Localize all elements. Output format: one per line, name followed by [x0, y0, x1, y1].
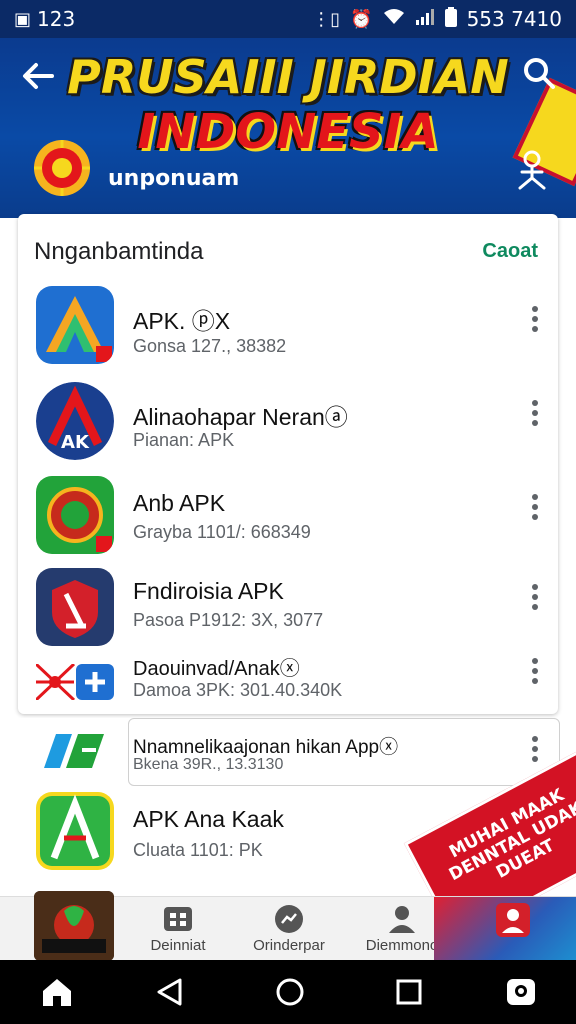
- wifi-icon: [383, 8, 405, 31]
- more-vert-icon[interactable]: [526, 656, 544, 686]
- system-navigation-bar: [0, 960, 576, 1024]
- app-name: Daouinvad/Anakⓧ: [133, 658, 300, 680]
- list-item[interactable]: APK. ⓟX Gonsa 127., 38382: [0, 286, 576, 376]
- vibrate-icon: ⋮▯: [312, 8, 341, 30]
- app-subtitle: Bkena 39R., 13.3130: [133, 756, 284, 773]
- list-item[interactable]: AK Alinaohapar Neranⓐ Pianan: APK: [0, 378, 576, 468]
- app-name: Fndiroisia APK: [133, 578, 284, 604]
- profile-figure-icon[interactable]: [516, 150, 548, 190]
- person-icon: [389, 906, 415, 933]
- home-icon[interactable]: [40, 976, 74, 1008]
- apk-a-logo-icon: [36, 286, 114, 364]
- svg-text:AK: AK: [61, 432, 90, 453]
- app-name: APK Ana Kaak: [133, 806, 284, 832]
- nav-label: Deinniat: [150, 937, 206, 954]
- chat-bubble-icon: [275, 905, 303, 933]
- back-icon[interactable]: [154, 976, 184, 1008]
- search-icon[interactable]: [522, 56, 556, 90]
- more-vert-icon[interactable]: [526, 398, 544, 428]
- header-subtitle: unponuam: [108, 166, 240, 191]
- card-title: Nnganbamtinda: [34, 238, 204, 265]
- overview-square-icon[interactable]: [394, 976, 424, 1008]
- battery-icon: [444, 6, 457, 32]
- card-action-link[interactable]: Caoat: [482, 240, 538, 263]
- pf-logo-icon: [36, 728, 112, 774]
- app-name: Nnamnelikaajonan hikan Appⓧ: [133, 737, 399, 758]
- more-vert-icon[interactable]: [526, 304, 544, 334]
- app-header: PRUSAIII JIRDIAN INDONESIA unponuam: [0, 38, 576, 218]
- app-name: APK. ⓟX: [133, 308, 231, 334]
- red-shield-icon: [36, 568, 114, 646]
- app-name: Alinaohapar Neranⓐ: [133, 404, 348, 430]
- bottom-navigation: Deinniat Orinderpar Diemmono: [0, 891, 576, 961]
- header-title-line1: PRUSAIII JIRDIAN: [67, 50, 509, 104]
- app-subtitle: Gonsa 127., 38382: [133, 336, 287, 356]
- green-emblem-icon: [36, 476, 114, 554]
- list-item[interactable]: Fndiroisia APK Pasoa P1912: 3X, 3077: [0, 566, 576, 656]
- nav-item[interactable]: Deinniat: [140, 897, 216, 961]
- recents-circle-icon[interactable]: [274, 976, 306, 1008]
- notification-icon: ▣: [14, 8, 32, 30]
- nav-label: Diemmono: [365, 937, 439, 954]
- nav-item[interactable]: Diemmono: [360, 897, 444, 961]
- emblem-logo-icon: [34, 140, 90, 196]
- grid-icon: [164, 907, 192, 931]
- flag-plus-icon: [36, 664, 114, 700]
- status-bar: ▣ 123 ⋮▯ ⏰ 553 7410: [0, 0, 576, 38]
- ak-shield-icon: AK: [36, 382, 114, 460]
- more-vert-icon[interactable]: [526, 582, 544, 612]
- app-subtitle: Pasoa P1912: 3X, 3077: [133, 610, 324, 630]
- app-thumbnail[interactable]: [34, 891, 114, 961]
- alarm-icon: ⏰: [350, 8, 373, 30]
- green-a-logo-icon: [36, 792, 114, 870]
- more-vert-icon[interactable]: [526, 492, 544, 522]
- app-subtitle: Damoa 3PK: 301.40.340K: [133, 680, 343, 700]
- nav-item[interactable]: Orinderpar: [244, 897, 334, 961]
- nav-label: Orinderpar: [253, 937, 325, 954]
- app-subtitle: Cluata 1101: PK: [133, 840, 263, 860]
- list-item[interactable]: Anb APK Grayba 1101/: 668349: [0, 474, 576, 564]
- app-subtitle: Pianan: APK: [133, 430, 235, 450]
- app-name: Anb APK: [133, 490, 226, 516]
- app-subtitle: Grayba 1101/: 668349: [133, 522, 311, 542]
- status-left-text: 123: [37, 7, 76, 31]
- signal-icon: [415, 8, 435, 31]
- more-vert-icon[interactable]: [526, 734, 544, 764]
- nav-active-profile[interactable]: [434, 897, 576, 961]
- assistant-icon[interactable]: [504, 976, 538, 1008]
- status-right-text: 553 7410: [466, 7, 562, 31]
